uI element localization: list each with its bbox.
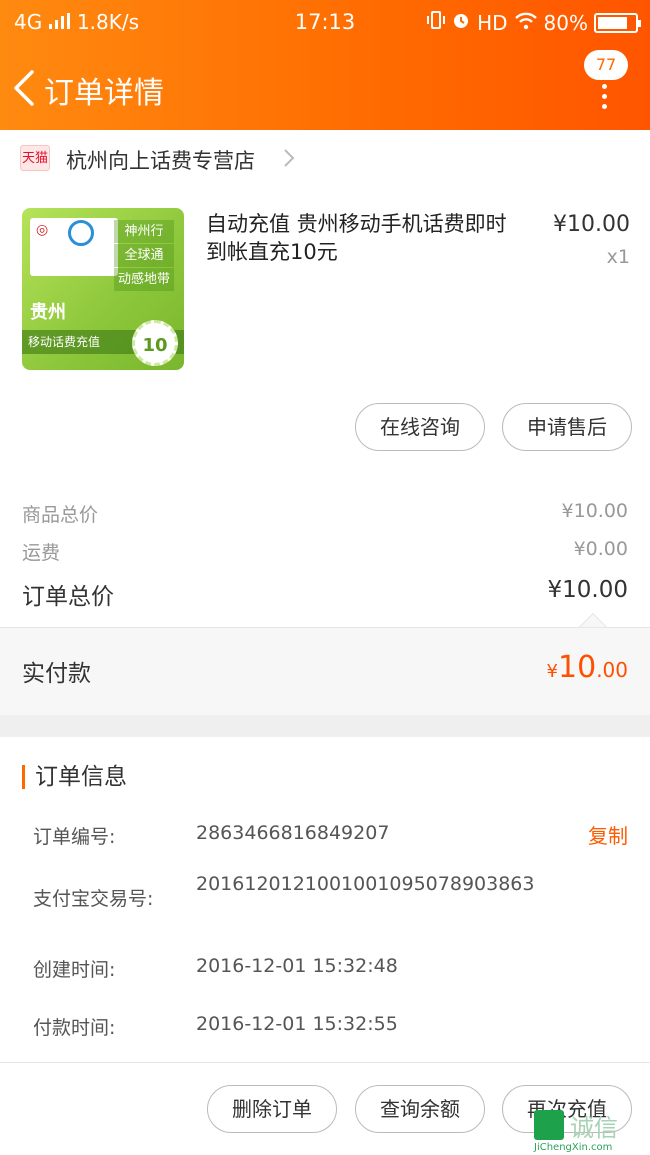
- watermark-logo-icon: [534, 1110, 564, 1140]
- shipping-value: ¥0.00: [573, 538, 628, 560]
- order-no-value: 2863466816849207: [196, 822, 390, 844]
- vibrate-icon: [427, 10, 446, 35]
- card-province: 贵州: [30, 302, 66, 323]
- paid-currency: ¥: [546, 661, 558, 682]
- shop-row[interactable]: 天猫 杭州向上话费专营店: [0, 130, 650, 188]
- alipay-no-value: 2016120121001001095078903863: [196, 873, 535, 895]
- battery-percent: 80%: [543, 10, 588, 35]
- more-menu-button[interactable]: 77: [584, 50, 628, 110]
- watermark-cn: 诚信: [570, 1114, 618, 1142]
- section-gap: [0, 715, 650, 737]
- paid-amount: ¥10.00: [547, 650, 628, 685]
- alipay-no-label: 支付宝交易号:: [33, 888, 154, 910]
- goods-total-row: 商品总价 ¥10.00: [22, 500, 628, 527]
- product-title[interactable]: 自动充值 贵州移动手机话费即时到帐直充10元: [206, 210, 522, 266]
- watermark: 诚信 JiChengXin.com: [534, 1108, 650, 1155]
- order-total-row: 订单总价 ¥10.00: [22, 577, 628, 611]
- product-quantity: x1: [606, 246, 630, 268]
- app-header: 4G 1.8K/s 17:13 HD 80% 订单详情 77: [0, 0, 650, 130]
- chevron-left-icon: [14, 70, 34, 106]
- paid-time-value: 2016-12-01 15:32:55: [196, 1013, 398, 1035]
- goods-total-value: ¥10.00: [561, 500, 628, 522]
- created-time-value: 2016-12-01 15:32:48: [196, 955, 398, 977]
- paid-row: 实付款 ¥10.00: [0, 627, 650, 715]
- paid-label: 实付款: [22, 661, 91, 687]
- after-sale-button[interactable]: 申请售后: [502, 403, 632, 451]
- card-face-value: 10: [132, 320, 178, 366]
- product-price: ¥10.00: [553, 212, 630, 237]
- china-mobile-logo-icon: [68, 220, 94, 246]
- battery-icon: [594, 12, 641, 33]
- online-consult-button[interactable]: 在线咨询: [355, 403, 485, 451]
- shop-name: 杭州向上话费专营店: [66, 149, 255, 173]
- status-right: HD 80%: [427, 10, 641, 35]
- created-time-label: 创建时间:: [33, 959, 116, 981]
- order-total-label: 订单总价: [22, 584, 114, 610]
- status-bar: 4G 1.8K/s 17:13 HD 80%: [0, 0, 650, 44]
- message-count-badge: 77: [584, 50, 628, 80]
- shipping-row: 运费 ¥0.00: [22, 538, 628, 565]
- tmall-logo: 天猫: [20, 145, 50, 171]
- card-tags: 神州行 全球通 动感地带: [114, 220, 174, 292]
- card-tag: 动感地带: [114, 268, 174, 291]
- check-balance-button[interactable]: 查询余额: [355, 1085, 485, 1133]
- delete-order-button[interactable]: 删除订单: [207, 1085, 337, 1133]
- goods-total-label: 商品总价: [22, 504, 99, 526]
- product-image[interactable]: ◎ 神州行 全球通 动感地带 贵州 移动话费充值 10: [22, 208, 184, 370]
- order-total-value: ¥10.00: [547, 577, 628, 603]
- paid-decimal: .00: [596, 658, 628, 682]
- watermark-en: JiChengXin.com: [534, 1142, 613, 1153]
- card-tag: 神州行: [114, 220, 174, 243]
- more-dots-icon: [602, 84, 608, 114]
- card-tag: 全球通: [114, 244, 174, 267]
- shipping-label: 运费: [22, 542, 61, 564]
- paid-integer: 10: [558, 650, 597, 685]
- footer-divider: [0, 1062, 650, 1063]
- order-info-heading: 订单信息: [22, 765, 127, 789]
- order-no-label: 订单编号:: [33, 826, 116, 848]
- alarm-icon: [451, 10, 471, 35]
- paid-time-label: 付款时间:: [33, 1017, 116, 1039]
- page-title: 订单详情: [44, 76, 164, 111]
- copy-button[interactable]: 复制: [588, 820, 628, 849]
- olympic-logo-icon: ◎: [36, 222, 49, 238]
- wifi-icon: [514, 11, 538, 35]
- hd-label: HD: [477, 10, 508, 35]
- battery-fill: [598, 16, 627, 29]
- chevron-right-icon: [282, 147, 296, 175]
- back-button[interactable]: [10, 68, 38, 108]
